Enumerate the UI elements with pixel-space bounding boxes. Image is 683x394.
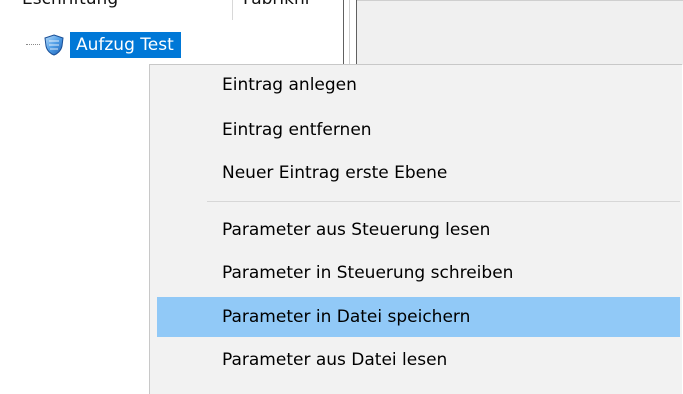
menu-separator [207, 201, 680, 202]
menu-item-label: Eintrag anlegen [222, 75, 357, 95]
menu-item-eintrag-anlegen[interactable]: Eintrag anlegen [157, 65, 680, 105]
menu-item-parameter-aus-steuerung-lesen[interactable]: Parameter aus Steuerung lesen [157, 210, 680, 250]
menu-item-parameter-in-steuerung-schreiben[interactable]: Parameter in Steuerung schreiben [157, 253, 680, 293]
menu-item-label: Parameter in Datei speichern [222, 307, 471, 327]
column-header: Eschriftung Fabriknr [0, 0, 360, 22]
column-divider[interactable] [232, 0, 233, 20]
menu-item-label: Parameter in Steuerung schreiben [222, 263, 514, 283]
column-header-label[interactable]: Fabriknr [243, 0, 312, 9]
column-header-label[interactable]: Eschriftung [22, 0, 118, 9]
menu-item-label: Neuer Eintrag erste Ebene [222, 163, 448, 183]
tree-item-aufzug-test[interactable]: Aufzug Test [70, 32, 181, 58]
menu-item-neuer-eintrag-erste-ebene[interactable]: Neuer Eintrag erste Ebene [157, 153, 680, 193]
menu-item-eintrag-entfernen[interactable]: Eintrag entfernen [157, 110, 680, 150]
detail-pane [357, 0, 683, 65]
menu-item-parameter-aus-datei-lesen[interactable]: Parameter aus Datei lesen [157, 340, 680, 380]
menu-item-label: Parameter aus Datei lesen [222, 350, 448, 370]
context-menu: Eintrag anlegen Eintrag entfernen Neuer … [149, 64, 682, 394]
menu-item-parameter-in-datei-speichern[interactable]: Parameter in Datei speichern [157, 297, 680, 337]
splitter-left-edge [343, 0, 344, 64]
tree-connector [26, 44, 40, 46]
splitter-handle[interactable] [349, 0, 350, 64]
menu-item-label: Parameter aus Steuerung lesen [222, 220, 491, 240]
menu-item-label: Eintrag entfernen [222, 120, 372, 140]
shield-icon [42, 33, 66, 57]
